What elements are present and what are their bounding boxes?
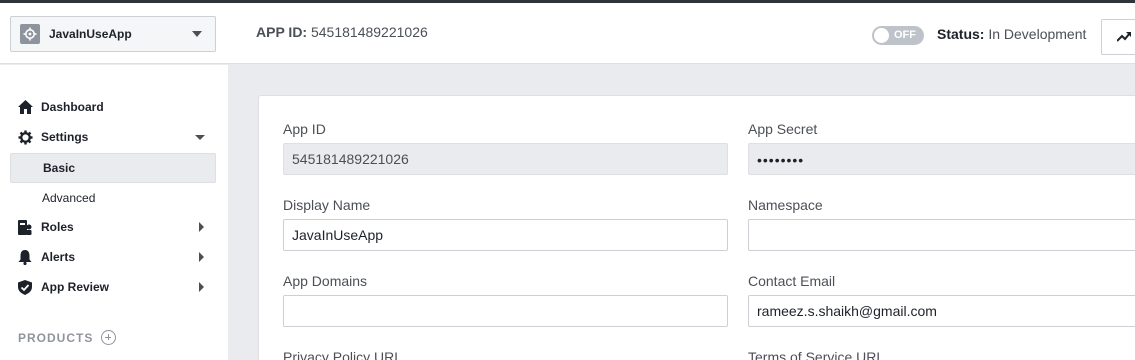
sidebar-item-app-review[interactable]: App Review [10, 272, 216, 302]
status-value: In Development [988, 26, 1087, 42]
app-name: JavaInUseApp [49, 27, 132, 41]
app-id-label: App ID [283, 121, 326, 137]
top-bar: JavaInUseApp APP ID: 545181489221026 OFF… [0, 3, 1135, 64]
sidebar-item-alerts[interactable]: Alerts [10, 242, 216, 272]
app-domains-label: App Domains [283, 273, 368, 289]
sidebar-item-label: Settings [41, 130, 89, 144]
chevron-down-icon [192, 31, 202, 37]
shield-icon [17, 279, 33, 295]
toggle-knob [874, 28, 889, 43]
chevron-right-icon [199, 222, 204, 232]
namespace-field[interactable] [748, 219, 1135, 251]
status-label: Status: [937, 26, 985, 42]
products-section: PRODUCTS [18, 330, 117, 345]
live-mode-toggle[interactable]: OFF [872, 26, 924, 45]
app-domains-field[interactable] [283, 295, 728, 327]
sidebar-item-label: App Review [41, 280, 110, 294]
display-name-label: Display Name [283, 197, 371, 213]
privacy-policy-url-label: Privacy Policy URL [283, 349, 403, 360]
chevron-right-icon [199, 282, 204, 292]
sidebar-item-roles[interactable]: Roles [10, 212, 216, 242]
sidebar-subitem-advanced[interactable]: Advanced [10, 183, 216, 213]
namespace-label: Namespace [748, 197, 823, 213]
app-secret-value: •••••••• [757, 152, 805, 168]
trend-up-icon [1117, 32, 1131, 42]
sidebar-item-label: Roles [41, 220, 74, 234]
sidebar-item-dashboard[interactable]: Dashboard [10, 92, 216, 122]
app-secret-field[interactable]: •••••••• [748, 143, 1135, 175]
sidebar-item-label: Alerts [41, 250, 76, 264]
products-heading: PRODUCTS [18, 330, 94, 345]
contact-email-field[interactable] [748, 295, 1135, 327]
analytics-button[interactable] [1101, 19, 1135, 55]
app-secret-label: App Secret [748, 121, 818, 137]
gear-icon [17, 129, 33, 145]
display-name-field[interactable] [283, 219, 728, 251]
header-app-id: APP ID: 545181489221026 [256, 24, 428, 40]
terms-of-service-url-label: Terms of Service URL [748, 349, 885, 360]
add-product-icon[interactable] [101, 330, 117, 345]
chevron-right-icon [199, 252, 204, 262]
app-gear-icon [20, 24, 40, 44]
chevron-down-icon [195, 135, 205, 140]
sidebar-item-label: Dashboard [41, 100, 104, 114]
app-selector-dropdown[interactable]: JavaInUseApp [10, 16, 216, 52]
header-app-id-value: 545181489221026 [310, 24, 428, 40]
app-id-field[interactable] [283, 143, 728, 175]
home-icon [17, 99, 33, 115]
bell-icon [17, 249, 33, 265]
contact-email-label: Contact Email [748, 273, 836, 289]
sidebar: Dashboard Settings Basic Advanced Roles … [0, 65, 228, 360]
sidebar-item-settings[interactable]: Settings [10, 122, 216, 152]
header-app-id-label: APP ID: [256, 24, 308, 40]
roles-icon [17, 219, 33, 235]
status-text: Status: In Development [937, 26, 1086, 42]
basic-settings-card: App ID App Secret •••••••• Display Name … [258, 95, 1135, 360]
sidebar-subitem-basic[interactable]: Basic [10, 153, 216, 183]
toggle-text: OFF [894, 29, 916, 41]
